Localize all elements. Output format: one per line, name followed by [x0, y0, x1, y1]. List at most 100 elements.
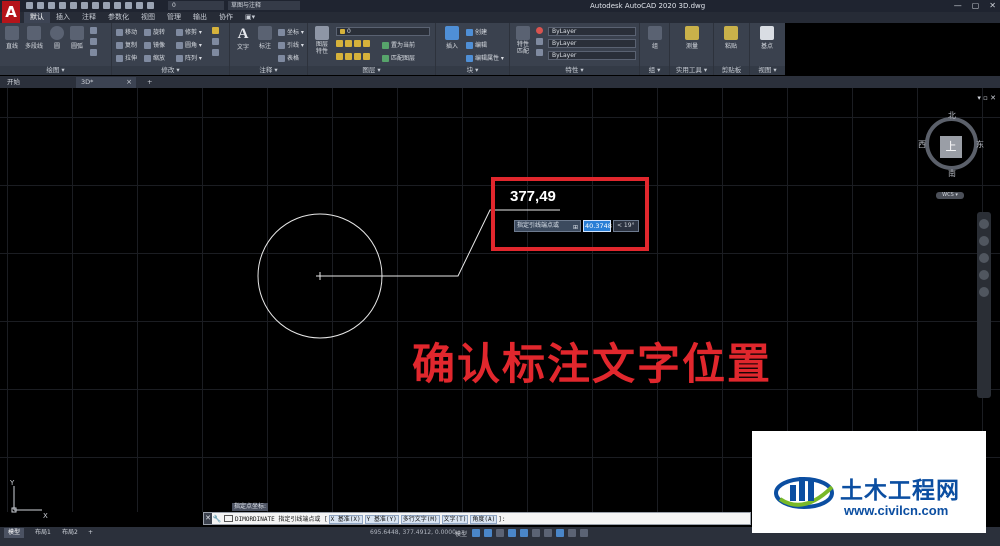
text-button[interactable]: A 文字 — [233, 26, 253, 51]
modify-panel-title[interactable]: 修改 ▾ — [112, 66, 229, 75]
save-icon[interactable] — [48, 2, 55, 9]
layer-tool-icon[interactable] — [354, 53, 361, 60]
stretch-button[interactable]: 拉伸 — [116, 53, 137, 62]
offset-icon[interactable] — [212, 49, 219, 56]
table-button[interactable]: 表格 — [278, 53, 299, 62]
rectangle-icon[interactable] — [90, 27, 97, 34]
array-button[interactable]: 阵列 ▾ — [176, 53, 202, 62]
wcs-menu-button[interactable]: WCS ▾ — [936, 192, 964, 199]
undo-icon[interactable] — [81, 2, 88, 9]
properties-panel-title[interactable]: 特性 ▾ — [510, 66, 639, 75]
snap-icon[interactable] — [484, 529, 492, 537]
tab-annotate[interactable]: 注释 — [76, 12, 102, 23]
clipboard-panel-title[interactable]: 剪贴板 — [714, 66, 749, 75]
otrack-icon[interactable] — [532, 529, 540, 537]
new-icon[interactable] — [26, 2, 33, 9]
insert-button[interactable]: 插入 — [442, 26, 462, 50]
rotate-button[interactable]: 旋转 — [144, 27, 165, 36]
lineweight-icon[interactable] — [536, 49, 543, 56]
close-command-line-icon[interactable]: ✕ — [204, 513, 212, 524]
annotation-scale-icon[interactable] — [556, 529, 564, 537]
sun-icon[interactable] — [125, 2, 132, 9]
paste-button[interactable]: 粘贴 — [720, 26, 742, 50]
viewport-controls[interactable]: ▾ ▫ ✕ — [977, 94, 996, 102]
customize-icon[interactable]: 🔧 — [212, 515, 222, 523]
option-text[interactable]: 文字(T) — [441, 515, 469, 524]
orbit-icon[interactable] — [979, 270, 989, 280]
lightbulb-icon[interactable] — [114, 2, 121, 9]
tab-output[interactable]: 输出 — [187, 12, 213, 23]
trim-button[interactable]: 修剪 ▾ — [176, 27, 202, 36]
create-block-button[interactable]: 创建 — [466, 27, 487, 36]
scale-button[interactable]: 缩放 — [144, 53, 165, 62]
edit-block-button[interactable]: 编辑 — [466, 40, 487, 49]
option-y-datum[interactable]: Y 基准(Y) — [364, 515, 399, 524]
close-button[interactable]: ✕ — [989, 1, 996, 10]
dynamic-input-field[interactable]: 40.3748 — [583, 220, 612, 232]
color-square-icon[interactable] — [147, 2, 154, 9]
tab-layout1[interactable]: 布局1 — [31, 528, 55, 538]
option-mtext[interactable]: 多行文字(M) — [400, 515, 440, 524]
tab-view[interactable]: 视图 — [135, 12, 161, 23]
redo-icon[interactable] — [92, 2, 99, 9]
layer-tool-icon[interactable] — [345, 53, 352, 60]
grid-icon[interactable] — [472, 529, 480, 537]
lock-icon[interactable] — [136, 2, 143, 9]
tab-layout2[interactable]: 布局2 — [58, 528, 82, 538]
layer-tool-icon[interactable] — [345, 40, 352, 47]
coordinate-readout[interactable]: 695.6448, 377.4912, 0.0000 — [370, 529, 456, 536]
match-layer-button[interactable]: 匹配图层 — [382, 53, 415, 62]
ortho-icon[interactable] — [496, 529, 504, 537]
command-line[interactable]: ✕ 🔧 DIMORDINATE 指定引线端点或 [X 基准(X) Y 基准(Y) 多… — [203, 512, 751, 525]
explode-icon[interactable] — [212, 38, 219, 45]
lineweight-icon[interactable] — [544, 529, 552, 537]
dimension-button[interactable]: 标注 — [255, 26, 275, 50]
tab-parametric[interactable]: 参数化 — [102, 12, 135, 23]
tab-model[interactable]: 模型 — [4, 528, 25, 538]
base-point-button[interactable]: 基点 — [756, 26, 778, 50]
groups-panel-title[interactable]: 组 ▾ — [640, 66, 669, 75]
osnap-icon[interactable] — [520, 529, 528, 537]
group-button[interactable]: 组 — [646, 26, 664, 50]
layer-combo[interactable]: 0 — [336, 27, 430, 36]
block-panel-title[interactable]: 块 ▾ — [436, 66, 509, 75]
ellipse-icon[interactable] — [90, 38, 97, 45]
share-icon[interactable] — [103, 2, 110, 9]
layers-panel-title[interactable]: 图层 ▾ — [308, 66, 435, 75]
layer-tool-icon[interactable] — [354, 40, 361, 47]
command-prompt-icon[interactable] — [224, 515, 233, 522]
steering-wheel-icon[interactable] — [979, 219, 989, 229]
units-icon[interactable] — [580, 529, 588, 537]
compass-south[interactable]: 南 — [948, 168, 956, 179]
new-tab-button[interactable]: + — [142, 77, 152, 88]
mirror-button[interactable]: 镜像 — [144, 40, 165, 49]
minimize-button[interactable]: — — [954, 1, 962, 10]
lineweight-combo[interactable]: ByLayer — [548, 51, 636, 60]
circle-button[interactable]: 圆 — [48, 26, 66, 50]
match-properties-button[interactable]: 特性匹配 — [513, 26, 533, 55]
fillet-button[interactable]: 圆角 ▾ — [176, 40, 202, 49]
ordinate-button[interactable]: 坐标 ▾ — [278, 27, 304, 36]
option-x-datum[interactable]: X 基准(X) — [328, 515, 363, 524]
layer-properties-button[interactable]: 图层特性 — [311, 26, 333, 55]
tab-home[interactable]: 默认 — [24, 12, 50, 23]
model-space-button[interactable]: 模型 — [455, 529, 467, 538]
linetype-icon[interactable] — [536, 38, 543, 45]
leader-button[interactable]: 引线 ▾ — [278, 40, 304, 49]
maximize-button[interactable]: ▢ — [972, 1, 980, 10]
tab-document[interactable]: 3D* × — [76, 77, 136, 88]
open-icon[interactable] — [37, 2, 44, 9]
polar-icon[interactable] — [508, 529, 516, 537]
pan-icon[interactable] — [979, 236, 989, 246]
linetype-combo[interactable]: ByLayer — [548, 39, 636, 48]
layer-tool-icon[interactable] — [336, 53, 343, 60]
copy-button[interactable]: 复制 — [116, 40, 137, 49]
compass-west[interactable]: 西 — [918, 139, 926, 150]
measure-button[interactable]: 测量 — [682, 26, 702, 50]
compass-east[interactable]: 东 — [976, 139, 984, 150]
layer-tool-icon[interactable] — [363, 40, 370, 47]
tab-collaborate[interactable]: 协作 — [213, 12, 239, 23]
draw-panel-title[interactable]: 绘图 ▾ — [0, 66, 111, 75]
workspace-combo[interactable]: 草图与注释 — [228, 1, 300, 10]
annotation-panel-title[interactable]: 注释 ▾ — [230, 66, 307, 75]
